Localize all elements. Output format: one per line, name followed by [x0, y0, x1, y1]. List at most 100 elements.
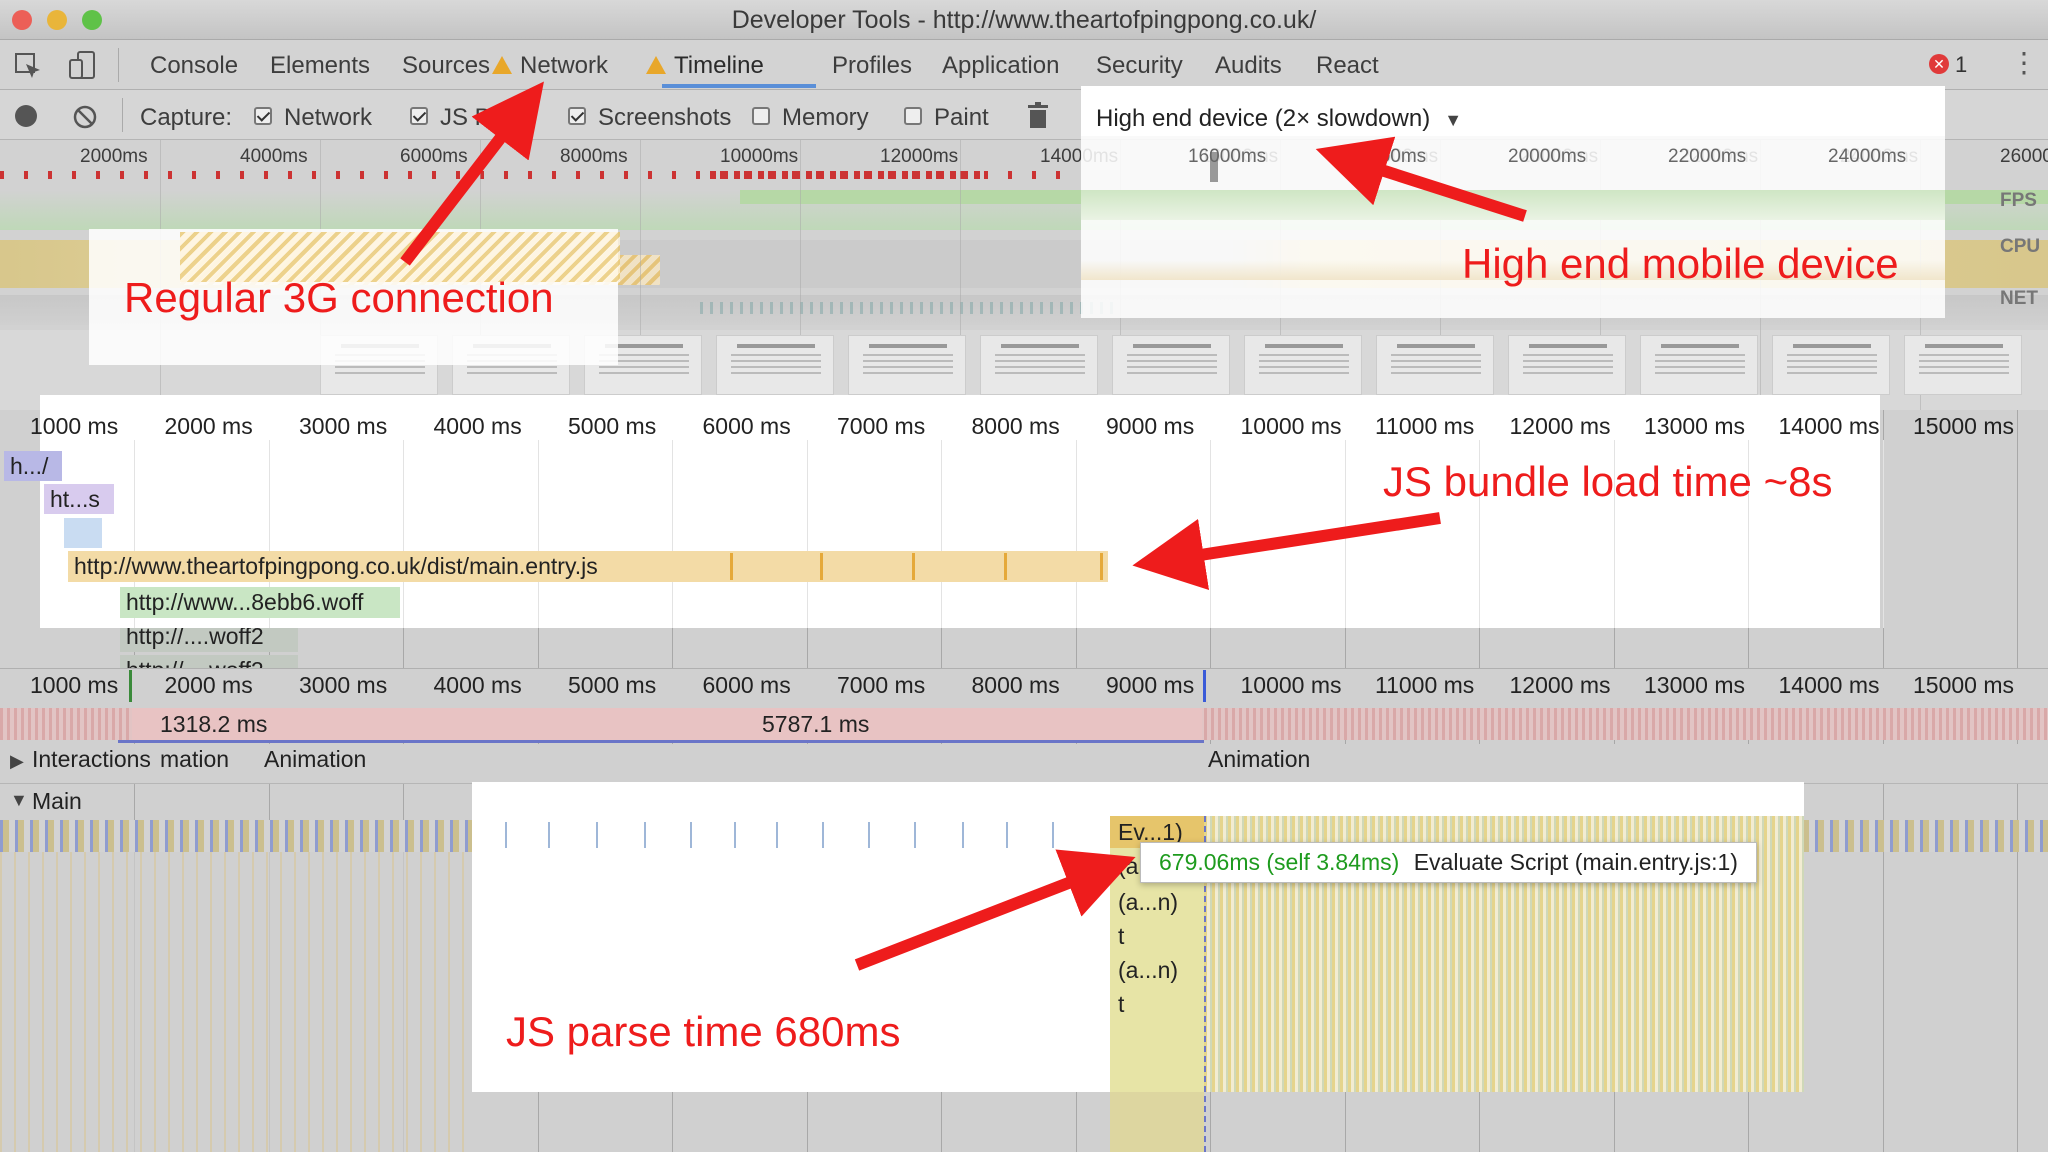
capture-network-checkbox[interactable]: Network [254, 104, 372, 132]
tab-elements[interactable]: Elements [270, 52, 370, 80]
flame-anon-3[interactable]: (a...n) [1110, 954, 1204, 986]
evaluate-script-tooltip: 679.06ms (self 3.84ms) Evaluate Script (… [1140, 842, 1757, 883]
tab-timeline[interactable]: Timeline [646, 52, 764, 80]
devtools-tab-bar: Console Elements Sources Network Timeline Pro… [0, 40, 2048, 90]
trash-icon[interactable] [1026, 102, 1050, 130]
warning-icon [492, 56, 512, 74]
screenshot-thumbnail[interactable] [1904, 335, 2022, 395]
checkbox-icon [568, 107, 586, 125]
expand-interactions-icon[interactable]: ▶ [10, 751, 24, 772]
flame-ruler-tick: 7000 ms [837, 672, 926, 698]
frame-duration-2: 5787.1 ms [762, 711, 870, 737]
flame-ruler-tick: 12000 ms [1509, 672, 1611, 698]
network-gridline [537, 440, 539, 628]
event-markers-dense [710, 171, 980, 179]
flame-t-1[interactable]: t [1110, 920, 1204, 952]
main-thread-tick [962, 822, 964, 848]
main-thread-tick [822, 822, 824, 848]
device-ruler-tick: 22000ms [1668, 146, 1747, 167]
thumbnail-heading [1133, 344, 1211, 348]
thumbnail-heading [1529, 344, 1607, 348]
tab-security[interactable]: Security [1096, 52, 1183, 80]
clear-icon[interactable] [72, 104, 98, 130]
animation-overlap-label: mation [160, 746, 230, 772]
screenshot-thumbnail[interactable] [1772, 335, 1890, 395]
network-request-woff[interactable]: http://www...8ebb6.woff [120, 587, 400, 618]
record-icon[interactable] [15, 105, 37, 127]
device-toggle-icon[interactable] [68, 50, 98, 82]
overview-tick: 10000ms [720, 146, 799, 167]
capture-paint-checkbox[interactable]: Paint [904, 104, 989, 132]
tooltip-name: Evaluate Script (main.entry.js:1) [1413, 849, 1738, 875]
flame-anon-1[interactable]: (a [1110, 850, 1140, 882]
network-gridline [1075, 440, 1077, 628]
tab-console[interactable]: Console [150, 52, 238, 80]
network-ruler-tick: 1000 ms [30, 413, 119, 439]
network-request-woff2-2[interactable]: http://....woff2 [120, 655, 298, 669]
tab-react[interactable]: React [1316, 52, 1379, 80]
thumbnail-text [1391, 354, 1481, 378]
collapse-main-icon[interactable]: ▼ [10, 790, 28, 811]
screenshot-thumbnail[interactable] [1640, 335, 1758, 395]
capture-memory-checkbox[interactable]: Memory [752, 104, 869, 132]
animation-label-2: Animation [1208, 746, 1311, 772]
device-select[interactable]: High end device (2× slowdown) ▼ [1096, 105, 1462, 133]
tab-network[interactable]: Network [492, 52, 608, 80]
flame-ruler-tick: 5000 ms [568, 672, 657, 698]
tab-profiles[interactable]: Profiles [832, 52, 912, 80]
network-ruler-tick: 4000 ms [433, 413, 522, 439]
capture-js-pr-checkbox[interactable]: JS Pr [410, 104, 499, 132]
inspect-element-icon[interactable] [14, 52, 44, 82]
thumbnail-text [995, 354, 1085, 378]
error-icon[interactable]: ✕ [1929, 54, 1949, 74]
js-bar-tick [912, 553, 915, 580]
tab-sources[interactable]: Sources [402, 52, 490, 80]
checkbox-icon [904, 107, 922, 125]
thumbnail-heading [737, 344, 815, 348]
device-select-label: High end device (2× slowdown) [1096, 105, 1431, 132]
animation-label-1: Animation [264, 746, 367, 772]
tab-application[interactable]: Application [942, 52, 1059, 80]
network-ruler-tick: 5000 ms [568, 413, 657, 439]
network-ruler-tick: 10000 ms [1240, 413, 1342, 439]
flame-anon-2[interactable]: (a...n) [1110, 886, 1204, 918]
capture-screenshots-checkbox[interactable]: Screenshots [568, 104, 731, 132]
main-thread-tick [548, 822, 550, 848]
interactions-label: Interactions [32, 746, 151, 772]
js-bar-tick [1100, 553, 1103, 580]
more-menu-icon[interactable]: ⋮ [2010, 48, 2038, 78]
network-request-small[interactable] [64, 518, 102, 548]
tooltip-time: 679.06ms (self 3.84ms) [1159, 849, 1400, 875]
main-thread-tick [1052, 822, 1054, 848]
overview-tick: 26000ms [2000, 146, 2048, 167]
network-request-script[interactable]: ht...s [44, 484, 114, 514]
screenshot-thumbnail[interactable] [716, 335, 834, 395]
flame-ruler-tick: 3000 ms [299, 672, 388, 698]
annotation-network: Regular 3G connection [124, 274, 554, 321]
frame-span-line [118, 740, 1204, 743]
thumbnail-text [863, 354, 953, 378]
network-request-main-entry-js[interactable]: http://www.theartofpingpong.co.uk/dist/m… [68, 551, 1108, 582]
request-label: http://www.theartofpingpong.co.uk/dist/m… [74, 553, 598, 579]
tab-label: Sources [402, 52, 491, 79]
thumbnail-heading [1793, 344, 1871, 348]
flame-t-2[interactable]: t [1110, 988, 1204, 1020]
screenshot-thumbnail[interactable] [980, 335, 1098, 395]
screenshot-thumbnail[interactable] [1376, 335, 1494, 395]
main-track-flame-left [0, 852, 470, 1152]
tab-label: Elements [270, 52, 371, 79]
screenshot-thumbnail[interactable] [1112, 335, 1230, 395]
network-ruler-tick: 11000 ms [1375, 413, 1475, 439]
thumbnail-text [1127, 354, 1217, 378]
annotation-parse: JS parse time 680ms [506, 1008, 901, 1055]
tab-audits[interactable]: Audits [1215, 52, 1282, 80]
screenshot-thumbnail[interactable] [1244, 335, 1362, 395]
screenshot-thumbnail[interactable] [848, 335, 966, 395]
network-request-document[interactable]: h.../ [4, 451, 62, 481]
flame-label: (a [1118, 853, 1139, 879]
screenshot-thumbnail[interactable] [1508, 335, 1626, 395]
js-bar-tick [820, 553, 823, 580]
tab-label: React [1316, 52, 1379, 79]
checkbox-label: Screenshots [598, 104, 732, 131]
flame-label: t [1118, 923, 1125, 949]
